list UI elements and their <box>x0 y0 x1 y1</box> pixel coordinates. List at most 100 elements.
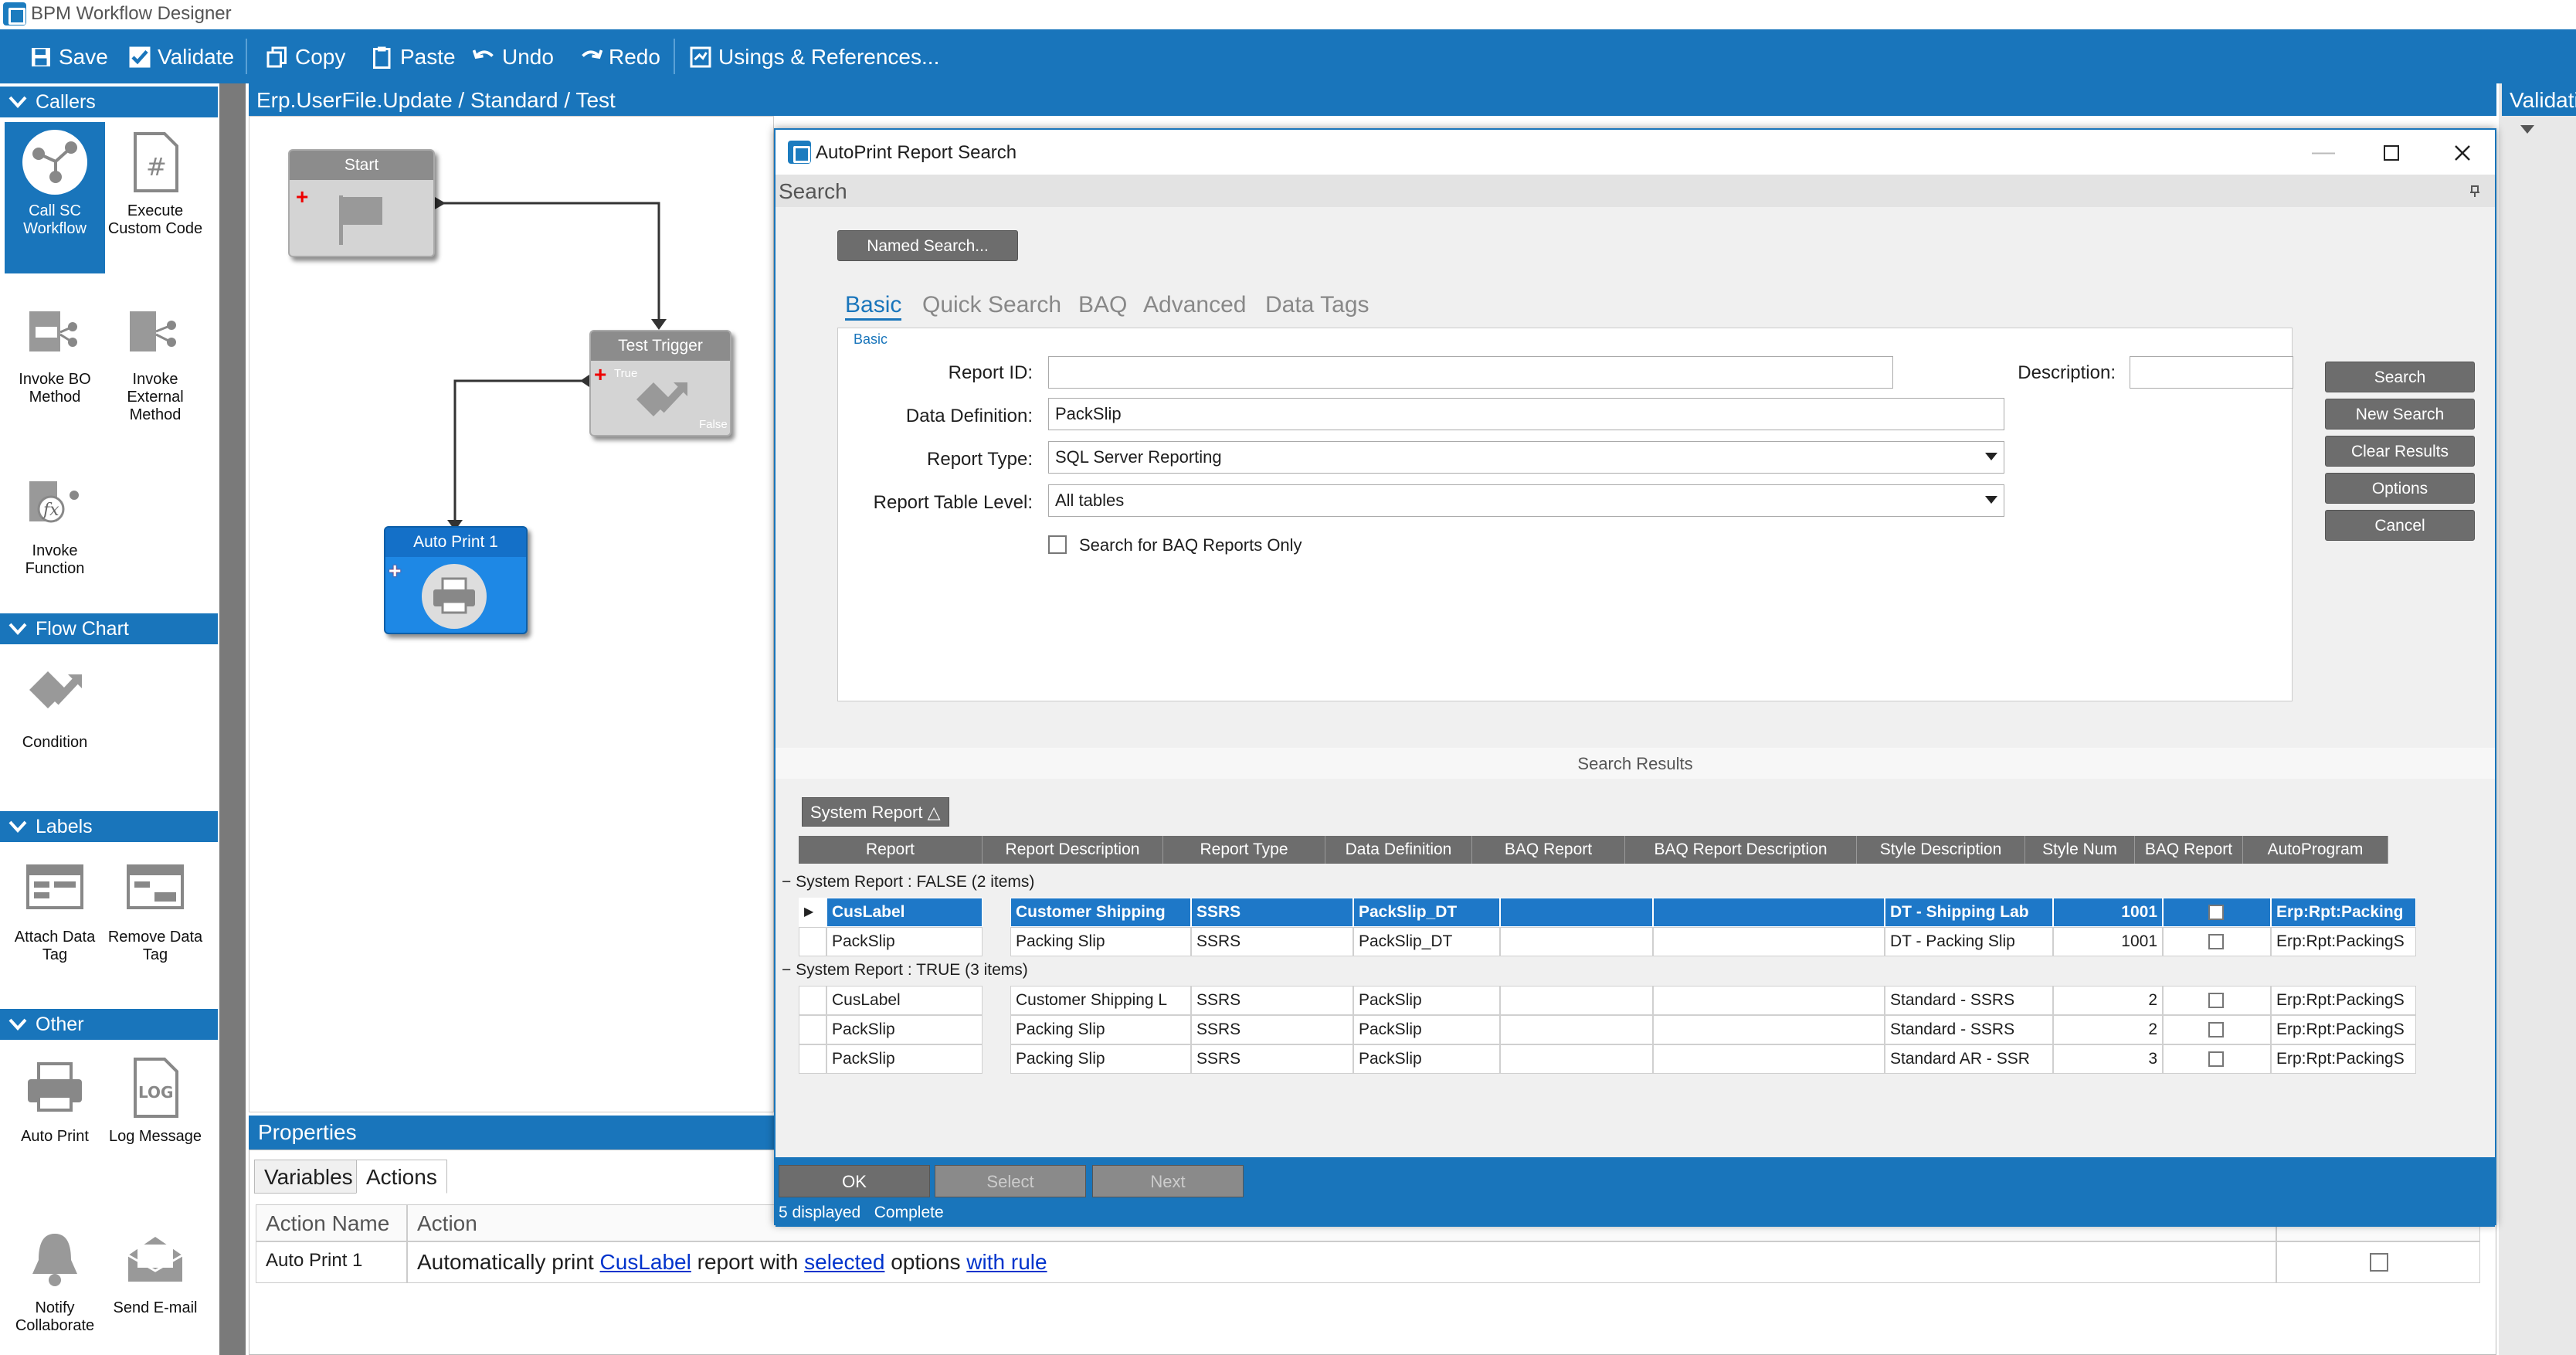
tab-variables[interactable]: Variables <box>254 1160 363 1194</box>
maximize-button[interactable] <box>2368 138 2415 167</box>
group-row[interactable]: − System Report : FALSE (2 items) <box>782 868 1034 896</box>
baq-report-checkbox[interactable] <box>2208 934 2224 949</box>
palette-scrollbar[interactable] <box>219 83 246 1355</box>
save-button[interactable]: Save <box>29 42 108 72</box>
basic-sub-tab[interactable]: Basic <box>854 331 888 348</box>
collapse-icon[interactable]: − <box>782 961 796 979</box>
validate-button[interactable]: Validate <box>128 42 234 72</box>
clear-results-button[interactable]: Clear Results <box>2325 436 2475 467</box>
group-row[interactable]: − System Report : TRUE (3 items) <box>782 956 1028 984</box>
group-by-system-report-chip[interactable]: System Report △ <box>802 797 949 827</box>
named-search-button[interactable]: Named Search... <box>837 230 1018 261</box>
workflow-canvas[interactable]: Start + Test Trigger + True False Auto P… <box>249 116 774 1112</box>
report-type-select[interactable]: SQL Server Reporting <box>1048 441 2004 474</box>
auto-print-tool[interactable]: Auto Print <box>5 1055 105 1146</box>
redo-button[interactable]: Redo <box>579 42 660 72</box>
report-id-input[interactable] <box>1048 356 1893 389</box>
chevron-down-icon <box>1985 453 1997 460</box>
invoke-external-method-tool[interactable]: Invoke External Method <box>105 298 205 424</box>
tab-advanced[interactable]: Advanced <box>1143 292 1246 318</box>
baq-report-checkbox[interactable] <box>2208 993 2224 1008</box>
usings-references-button[interactable]: Usings & References... <box>689 42 939 72</box>
baq-reports-only-checkbox[interactable] <box>1048 535 1067 554</box>
search-button[interactable]: Search <box>2325 362 2475 392</box>
baq-report-checkbox[interactable] <box>2208 1051 2224 1067</box>
new-search-button[interactable]: New Search <box>2325 399 2475 430</box>
invoke-bo-method-tool[interactable]: Invoke BO Method <box>5 298 105 406</box>
tab-baq[interactable]: BAQ <box>1078 292 1127 318</box>
pin-icon[interactable] <box>2469 185 2481 198</box>
tab-basic[interactable]: Basic <box>845 292 902 321</box>
column-action-name[interactable]: Action Name <box>256 1204 407 1241</box>
notify-collaborate-tool[interactable]: Notify Collaborate <box>5 1227 105 1335</box>
baq-report-checkbox[interactable] <box>2208 1022 2224 1037</box>
add-icon: + <box>594 362 607 386</box>
callers-section-header[interactable]: Callers <box>0 87 218 117</box>
options-link[interactable]: selected <box>804 1250 884 1274</box>
close-button[interactable] <box>2439 138 2486 167</box>
tab-data-tags[interactable]: Data Tags <box>1265 292 1369 318</box>
tab-actions[interactable]: Actions <box>356 1160 447 1194</box>
log-message-tool[interactable]: LOG Log Message <box>105 1055 205 1146</box>
labels-section-header[interactable]: Labels <box>0 811 218 842</box>
data-definition-input[interactable]: PackSlip <box>1048 398 2004 430</box>
table-cell <box>1653 1015 1885 1044</box>
minimize-button[interactable]: — <box>2300 138 2347 167</box>
column-header[interactable]: Report Description <box>983 836 1163 864</box>
collapse-icon[interactable]: − <box>782 873 796 891</box>
options-button[interactable]: Options <box>2325 473 2475 504</box>
table-row[interactable]: ▶ CusLabel Customer Shipping SSRS PackSlip_D… <box>799 898 2416 927</box>
report-link[interactable]: CusLabel <box>600 1250 691 1274</box>
attach-data-tag-tool[interactable]: Attach Data Tag <box>5 856 105 964</box>
table-row[interactable]: PackSlip Packing Slip SSRS PackSlip Standard… <box>799 1044 2416 1074</box>
column-header[interactable]: BAQ Report <box>1472 836 1625 864</box>
chevron-down-icon[interactable] <box>2520 125 2534 134</box>
column-header[interactable]: BAQ Report <box>2135 836 2243 864</box>
execute-custom-code-tool[interactable]: # Execute Custom Code <box>105 130 205 238</box>
column-header[interactable]: Data Definition <box>1325 836 1472 864</box>
table-cell: Customer Shipping L <box>1010 986 1191 1015</box>
auto-print-node[interactable]: Auto Print 1 + <box>384 526 528 634</box>
workflow-path: Erp.UserFile.Update / Standard / Test <box>249 83 2496 116</box>
ok-button[interactable]: OK <box>779 1165 930 1197</box>
table-row[interactable]: CusLabel Customer Shipping L SSRS PackSlip S… <box>799 986 2416 1015</box>
baq-report-checkbox[interactable] <box>2208 905 2224 920</box>
table-row[interactable]: PackSlip Packing Slip SSRS PackSlip Standard… <box>799 1015 2416 1044</box>
other-section-header[interactable]: Other <box>0 1009 218 1040</box>
select-button[interactable]: Select <box>935 1165 1086 1197</box>
table-cell <box>2163 1015 2271 1044</box>
test-trigger-node[interactable]: Test Trigger + True False <box>589 330 731 436</box>
call-sc-workflow-tool[interactable]: Call SC Workflow <box>5 122 105 273</box>
remove-data-tag-tool[interactable]: Remove Data Tag <box>105 856 205 964</box>
start-node[interactable]: Start + <box>288 149 435 257</box>
call-sc-workflow-label: Call SC Workflow <box>23 202 87 237</box>
table-cell <box>1500 986 1653 1015</box>
invoke-function-tool[interactable]: fx Invoke Function <box>5 470 105 578</box>
column-header[interactable]: Report Type <box>1163 836 1325 864</box>
remove-tag-icon <box>123 856 188 921</box>
undo-icon <box>473 49 494 59</box>
copy-button[interactable]: Copy <box>266 42 345 72</box>
next-button[interactable]: Next <box>1092 1165 1244 1197</box>
column-header[interactable]: Style Num <box>2025 836 2135 864</box>
send-email-tool[interactable]: Send E-mail <box>105 1227 205 1317</box>
column-header[interactable]: Style Description <box>1857 836 2025 864</box>
column-header[interactable]: BAQ Report Description <box>1625 836 1857 864</box>
undo-button[interactable]: Undo <box>473 42 554 72</box>
validation-panel: Validation <box>2499 83 2576 1355</box>
table-cell: 2 <box>2053 986 2163 1015</box>
column-header[interactable]: Report <box>799 836 983 864</box>
table-row[interactable]: PackSlip Packing Slip SSRS PackSlip_DT DT - … <box>799 927 2416 956</box>
report-table-level-select[interactable]: All tables <box>1048 484 2004 517</box>
column-header[interactable]: AutoProgram <box>2243 836 2388 864</box>
condition-tool[interactable]: Condition <box>5 661 105 752</box>
tab-quick-search[interactable]: Quick Search <box>922 292 1061 318</box>
flow-chart-section-header[interactable]: Flow Chart <box>0 613 218 644</box>
status-bar: 5 displayed Complete <box>779 1204 944 1222</box>
action-name-cell[interactable]: Auto Print 1 <box>256 1241 407 1283</box>
cancel-button[interactable]: Cancel <box>2325 510 2475 541</box>
rule-link[interactable]: with rule <box>966 1250 1047 1274</box>
description-input[interactable] <box>2130 356 2293 389</box>
paste-button[interactable]: Paste <box>371 42 456 72</box>
terminate-on-error-checkbox[interactable] <box>2370 1253 2388 1272</box>
